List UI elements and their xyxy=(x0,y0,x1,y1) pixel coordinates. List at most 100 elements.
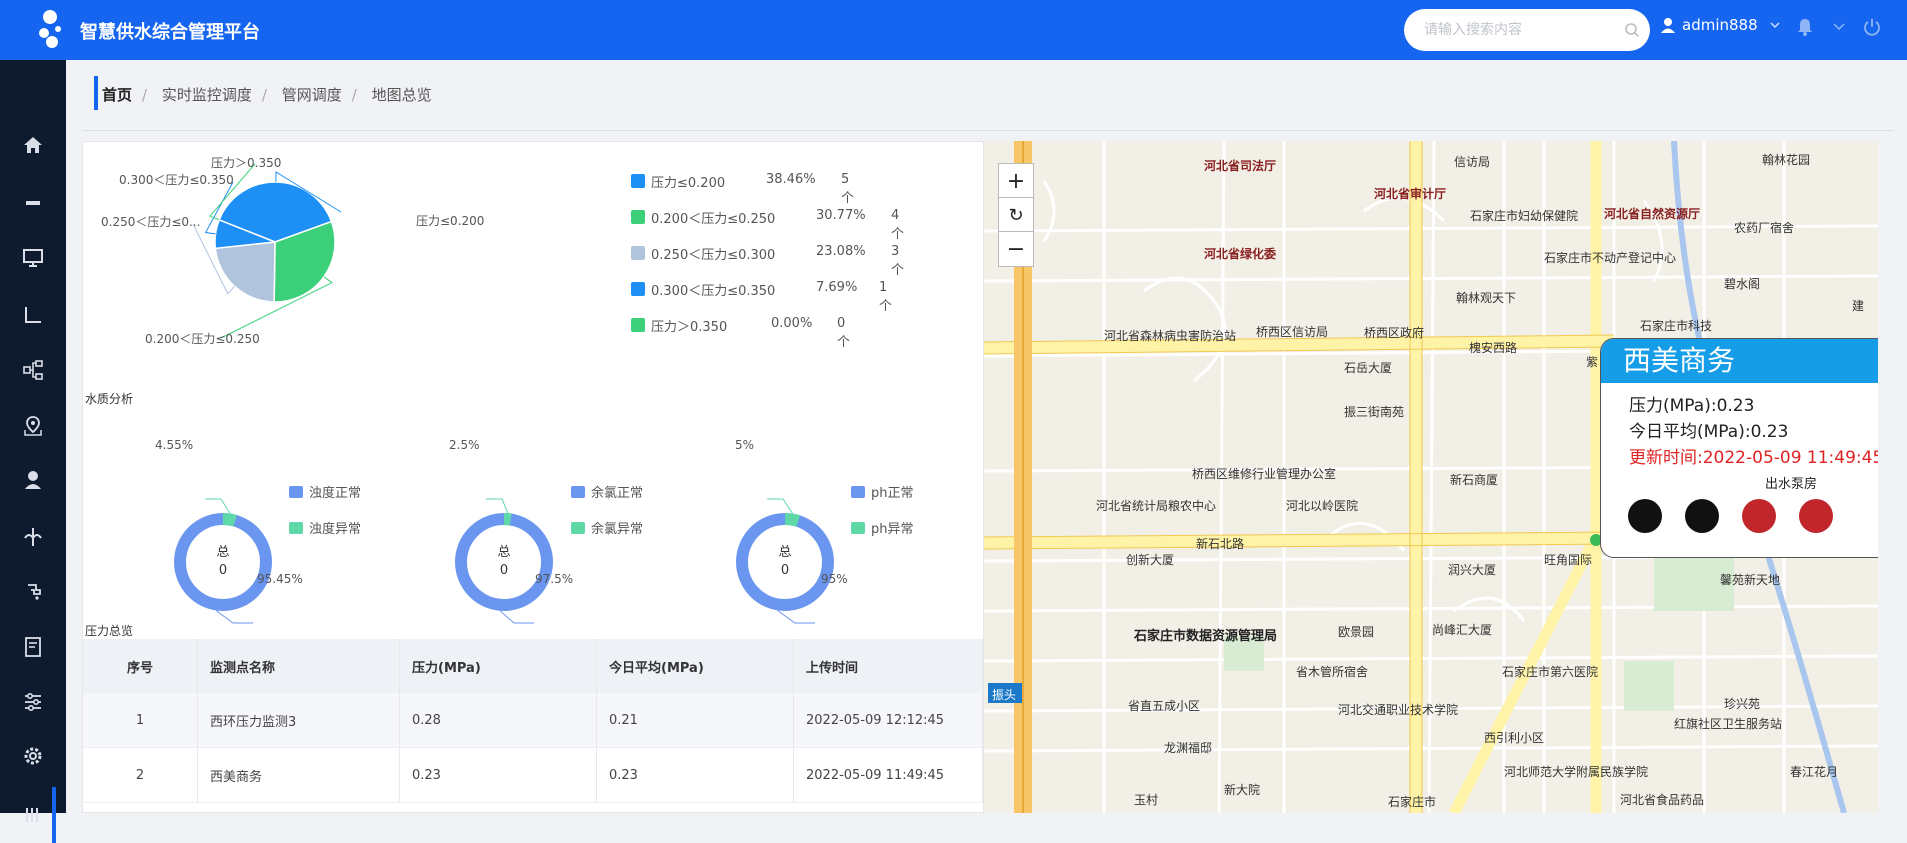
map-label: 旺角国际 xyxy=(1544,553,1593,567)
pressure-overview-title: 压力总览 xyxy=(85,624,134,638)
chevron-down-icon[interactable] xyxy=(1770,20,1780,30)
donut-legend-abnormal[interactable]: ph异常 xyxy=(851,518,914,537)
username: admin888 xyxy=(1682,16,1758,34)
pie-label: 0.250＜压力≤0... xyxy=(101,215,201,229)
corner-icon xyxy=(25,307,41,323)
pie-label: 压力≤0.200 xyxy=(416,214,485,228)
breadcrumb-item-map: 地图总览 xyxy=(371,86,432,104)
map-label: 省木管所宿舍 xyxy=(1296,665,1369,679)
cell-name: 西美商务 xyxy=(197,747,400,803)
app-title: 智慧供水综合管理平台 xyxy=(80,22,260,43)
map-label: 欧景园 xyxy=(1338,625,1375,639)
donut-legend-normal[interactable]: 余氯正常 xyxy=(571,482,643,501)
map-label: 润兴大厦 xyxy=(1448,563,1497,577)
legend-percent: 7.69% xyxy=(816,280,858,295)
sidebar-item-settings-sliders[interactable] xyxy=(0,682,66,722)
sidebar-item-corner[interactable] xyxy=(0,295,66,335)
user-icon xyxy=(1661,18,1675,33)
donut-normal-segment[interactable] xyxy=(455,513,553,611)
col-time[interactable]: 上传时间 xyxy=(793,639,983,693)
sidebar-item-service[interactable] xyxy=(0,460,66,500)
search-input[interactable] xyxy=(1422,9,1622,51)
map-label: 创新大厦 xyxy=(1126,553,1175,567)
legend-percent: 23.08% xyxy=(816,244,866,259)
map-label: 紫 xyxy=(1586,355,1599,369)
col-name[interactable]: 监测点名称 xyxy=(197,639,400,693)
pressure-table: 序号 监测点名称 压力(MPa) 今日平均(MPa) 上传时间 1 西环压力监测… xyxy=(83,639,983,803)
donut-legend-normal[interactable]: 浊度正常 xyxy=(289,482,361,501)
breadcrumb-item-home[interactable]: 首页 xyxy=(102,86,132,104)
pump-status-indicator xyxy=(1799,499,1833,533)
power-icon[interactable] xyxy=(1862,17,1882,37)
donut-legend-normal[interactable]: ph正常 xyxy=(851,482,914,501)
legend-count: 4个 xyxy=(891,208,905,242)
bell-icon[interactable] xyxy=(1796,17,1814,37)
donut-normal-segment[interactable] xyxy=(174,513,272,611)
table-row[interactable]: 1 西环压力监测3 0.28 0.21 2022-05-09 12:12:45 xyxy=(83,693,983,748)
donut-center-label: 总 xyxy=(216,545,229,560)
table-header-row: 序号 监测点名称 压力(MPa) 今日平均(MPa) 上传时间 xyxy=(83,639,983,693)
user-menu[interactable]: admin888 xyxy=(1660,16,1780,34)
map-label: 石家庄市数据资源管理局 xyxy=(1134,629,1278,644)
table-row[interactable]: 2 西美商务 0.23 0.23 2022-05-09 11:49:45 xyxy=(83,747,983,803)
home-icon xyxy=(24,137,42,153)
sidebar-item-home[interactable] xyxy=(0,125,66,165)
zoom-in-button[interactable]: + xyxy=(998,163,1034,199)
map-label: 石岳大厦 xyxy=(1344,361,1393,375)
sidebar-item-settings[interactable] xyxy=(0,736,66,776)
sidebar-item-map[interactable] xyxy=(0,406,66,446)
sidebar-item-flow[interactable] xyxy=(0,350,66,390)
map-view[interactable]: 信访局 河北省司法厅 河北省审计厅 石家庄市妇幼保健院 河北省自然资源厅 河北省… xyxy=(984,141,1878,813)
reset-view-button[interactable]: ↻ xyxy=(998,197,1034,233)
breadcrumb-bar: 首页 / 实时监控调度 / 管网调度 / 地图总览 xyxy=(82,60,1894,130)
breadcrumb: 首页 / 实时监控调度 / 管网调度 / 地图总览 xyxy=(102,86,432,104)
map-label: 省直五成小区 xyxy=(1128,699,1201,713)
donut-normal-pct: 95% xyxy=(821,572,848,586)
sidebar-item-report[interactable] xyxy=(0,627,66,667)
sidebar-item-monitor[interactable] xyxy=(0,238,66,278)
cell-index: 1 xyxy=(83,693,198,748)
col-pressure[interactable]: 压力(MPa) xyxy=(399,639,597,693)
col-avg[interactable]: 今日平均(MPa) xyxy=(596,639,794,693)
donut-leader-line xyxy=(777,609,815,624)
legend-percent: 30.77% xyxy=(816,208,866,223)
sidebar-item-network[interactable] xyxy=(0,517,66,557)
search-box[interactable] xyxy=(1404,9,1650,51)
pie-slice[interactable] xyxy=(214,241,276,303)
legend-swatch xyxy=(631,246,645,260)
breadcrumb-item-monitor[interactable]: 实时监控调度 xyxy=(162,86,252,104)
donut-leader-line xyxy=(205,498,231,514)
cell-pressure: 0.23 xyxy=(399,747,597,803)
donut-normal-pct: 97.5% xyxy=(535,572,574,586)
donut-center-value: 0 xyxy=(500,563,508,578)
map-label: 河北省自然资源厅 xyxy=(1604,207,1701,221)
donut-abnormal-pct: 2.5% xyxy=(449,438,480,452)
sidebar-item-dash[interactable] xyxy=(0,183,66,223)
cell-pressure: 0.28 xyxy=(399,693,597,748)
station-popup[interactable]: 西美商务 压力(MPa):0.23 今日平均(MPa):0.23 更新时间:20… xyxy=(1600,338,1878,558)
chevron-down-icon[interactable] xyxy=(1833,22,1845,32)
water-quality-donuts: 总0总0总0 xyxy=(174,498,834,624)
map-label: 槐安西路 xyxy=(1469,341,1518,355)
map-label: 桥西区维修行业管理办公室 xyxy=(1192,467,1337,481)
map-label: 河北省森林病虫害防治站 xyxy=(1104,329,1237,343)
breadcrumb-item-network[interactable]: 管网调度 xyxy=(282,86,342,104)
col-index[interactable]: 序号 xyxy=(83,639,198,693)
sidebar-item-tap[interactable] xyxy=(0,572,66,612)
cell-index: 2 xyxy=(83,747,198,803)
map-label: 石家庄市第六医院 xyxy=(1502,665,1599,679)
sidebar-toggle[interactable] xyxy=(0,787,66,843)
legend-swatch xyxy=(631,282,645,296)
donut-normal-segment[interactable] xyxy=(736,513,834,611)
donut-legend-abnormal[interactable]: 余氯异常 xyxy=(571,518,643,537)
map-label: 振头 xyxy=(992,688,1017,702)
search-icon[interactable] xyxy=(1624,22,1640,38)
map-pin-icon xyxy=(24,416,42,436)
gear-icon xyxy=(24,747,42,765)
popup-updated: 更新时间:2022-05-09 11:49:45 xyxy=(1629,448,1878,468)
zoom-out-button[interactable]: − xyxy=(998,231,1034,267)
legend-label: 0.250＜压力≤0.300 xyxy=(651,248,776,263)
donut-legend-abnormal[interactable]: 浊度异常 xyxy=(289,518,361,537)
pie-label: 0.300＜压力≤0.350 xyxy=(119,173,234,187)
cell-avg: 0.21 xyxy=(596,693,794,748)
